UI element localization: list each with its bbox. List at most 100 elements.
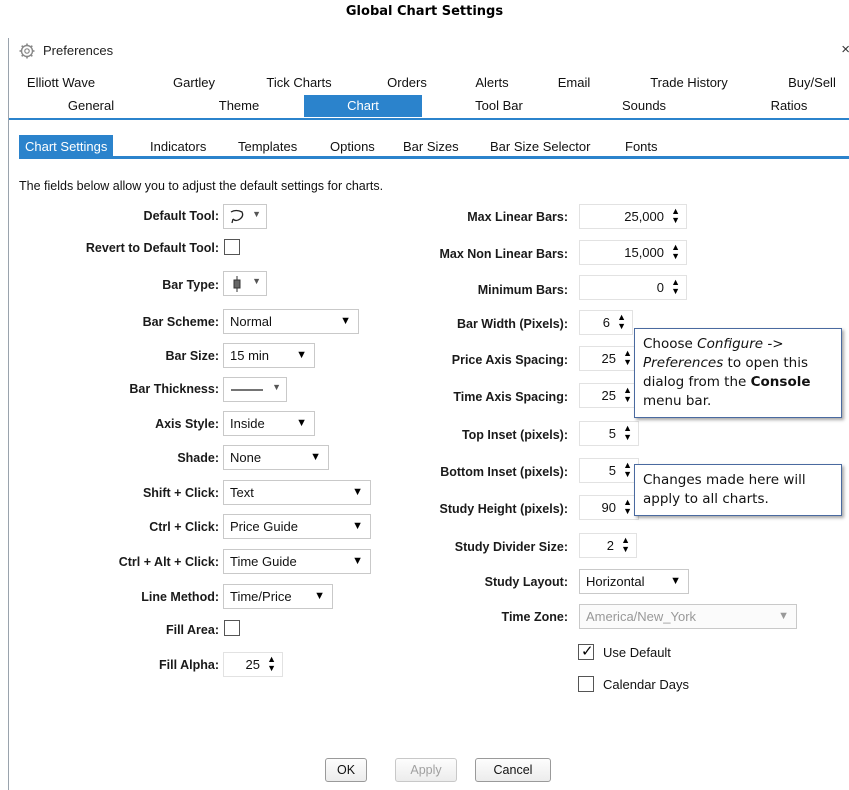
fill-area-label: Fill Area: bbox=[165, 623, 219, 637]
line-method-select[interactable]: Time/Price ▼ bbox=[223, 584, 333, 609]
ok-button[interactable]: OK bbox=[325, 758, 367, 782]
axis-style-select[interactable]: Inside ▼ bbox=[223, 411, 315, 436]
tab-chart[interactable]: Chart bbox=[304, 95, 422, 117]
tab-tool-bar[interactable]: Tool Bar bbox=[459, 95, 539, 117]
ctrl-alt-click-select[interactable]: Time Guide ▼ bbox=[223, 549, 371, 574]
top-inset-label: Top Inset (pixels): bbox=[461, 428, 568, 442]
fill-alpha-spinner[interactable]: 25 ▲ ▼ bbox=[223, 652, 283, 677]
top-inset-spinner[interactable]: 5 ▲ ▼ bbox=[579, 421, 639, 446]
tab-orders[interactable]: Orders bbox=[379, 72, 435, 94]
max-linear-bars-spinner[interactable]: 25,000 ▲ ▼ bbox=[579, 204, 687, 229]
tab-sounds[interactable]: Sounds bbox=[609, 95, 679, 117]
tab-tick-charts[interactable]: Tick Charts bbox=[257, 72, 341, 94]
gear-icon bbox=[19, 43, 35, 59]
spinner-arrows-icon[interactable]: ▲ ▼ bbox=[623, 386, 632, 404]
price-axis-spacing-spinner[interactable]: 25 ▲ ▼ bbox=[579, 346, 639, 371]
shade-value: None bbox=[230, 450, 262, 465]
time-zone-select[interactable]: America/New_York ▼ bbox=[579, 604, 797, 629]
tab-buy-sell[interactable]: Buy/Sell bbox=[779, 72, 845, 94]
ctrl-alt-click-value: Time Guide bbox=[230, 554, 297, 569]
spinner-arrows-icon[interactable]: ▲ ▼ bbox=[671, 278, 680, 296]
spinner-arrows-icon[interactable]: ▲ ▼ bbox=[621, 536, 630, 554]
study-layout-value: Horizontal bbox=[586, 574, 645, 589]
tab-alerts[interactable]: Alerts bbox=[469, 72, 515, 94]
chevron-down-icon: ▼ bbox=[314, 590, 325, 602]
intro-text: The fields below allow you to adjust the… bbox=[19, 179, 384, 193]
tab-email[interactable]: Email bbox=[549, 72, 599, 94]
chevron-down-icon: ▼ bbox=[252, 276, 261, 286]
bar-thickness-label: Bar Thickness: bbox=[129, 382, 219, 396]
chevron-down-icon: ▼ bbox=[272, 382, 281, 392]
revert-default-tool-checkbox[interactable] bbox=[224, 239, 240, 255]
subtab-indicators[interactable]: Indicators bbox=[144, 135, 212, 159]
bar-size-value: 15 min bbox=[230, 348, 270, 363]
ctrl-alt-click-label: Ctrl + Alt + Click: bbox=[118, 555, 219, 569]
spinner-arrows-icon[interactable]: ▲ ▼ bbox=[671, 243, 680, 261]
line-method-label: Line Method: bbox=[141, 590, 219, 604]
subtab-bar-size-selector[interactable]: Bar Size Selector bbox=[484, 135, 596, 159]
spinner-arrows-icon[interactable]: ▲ ▼ bbox=[623, 349, 632, 367]
window-title: Preferences bbox=[43, 43, 114, 58]
tab-row-2: General Theme Chart Tool Bar Sounds Rati… bbox=[9, 95, 849, 117]
tab-row-1: Elliott Wave Gartley Tick Charts Orders … bbox=[9, 72, 849, 94]
use-default-checkbox[interactable] bbox=[578, 642, 594, 660]
spinner-arrows-icon[interactable]: ▲ ▼ bbox=[617, 313, 626, 331]
bar-scheme-value: Normal bbox=[230, 314, 272, 329]
chevron-down-icon: ▼ bbox=[310, 451, 321, 463]
apply-button[interactable]: Apply bbox=[395, 758, 457, 782]
time-zone-label: Time Zone: bbox=[501, 610, 568, 624]
shade-select[interactable]: None ▼ bbox=[223, 445, 329, 470]
calendar-days-checkbox[interactable] bbox=[578, 676, 594, 692]
minimum-bars-spinner[interactable]: 0 ▲ ▼ bbox=[579, 275, 687, 300]
bar-width-spinner[interactable]: 6 ▲ ▼ bbox=[579, 310, 633, 335]
tab-ratios[interactable]: Ratios bbox=[759, 95, 819, 117]
shade-label: Shade: bbox=[177, 451, 219, 465]
max-non-linear-bars-spinner[interactable]: 15,000 ▲ ▼ bbox=[579, 240, 687, 265]
subtab-fonts[interactable]: Fonts bbox=[619, 135, 664, 159]
tab-general[interactable]: General bbox=[51, 95, 131, 117]
study-layout-select[interactable]: Horizontal ▼ bbox=[579, 569, 689, 594]
close-icon[interactable]: × bbox=[841, 41, 849, 58]
ctrl-click-value: Price Guide bbox=[230, 519, 298, 534]
subtab-bar-sizes[interactable]: Bar Sizes bbox=[397, 135, 465, 159]
fill-area-checkbox[interactable] bbox=[224, 620, 240, 636]
title-bar: Preferences × bbox=[9, 38, 849, 64]
spinner-arrows-icon[interactable]: ▲ ▼ bbox=[623, 424, 632, 442]
tab-trade-history[interactable]: Trade History bbox=[629, 72, 749, 94]
subtab-chart-settings[interactable]: Chart Settings bbox=[19, 135, 114, 159]
time-axis-spacing-label: Time Axis Spacing: bbox=[453, 390, 568, 404]
tab-theme[interactable]: Theme bbox=[209, 95, 269, 117]
lasso-icon bbox=[230, 209, 244, 224]
spinner-arrows-icon[interactable]: ▲ ▼ bbox=[623, 461, 632, 479]
subtab-options[interactable]: Options bbox=[324, 135, 381, 159]
chevron-down-icon: ▼ bbox=[296, 417, 307, 429]
study-divider-size-spinner[interactable]: 2 ▲ ▼ bbox=[579, 533, 637, 558]
bar-thickness-select[interactable]: ▼ bbox=[223, 377, 287, 402]
subtab-templates[interactable]: Templates bbox=[232, 135, 303, 159]
spinner-arrows-icon[interactable]: ▲ ▼ bbox=[623, 498, 632, 516]
tab-elliott-wave[interactable]: Elliott Wave bbox=[19, 72, 103, 94]
ctrl-click-label: Ctrl + Click: bbox=[149, 520, 219, 534]
study-height-spinner[interactable]: 90 ▲ ▼ bbox=[579, 495, 639, 520]
bar-size-select[interactable]: 15 min ▼ bbox=[223, 343, 315, 368]
bottom-inset-spinner[interactable]: 5 ▲ ▼ bbox=[579, 458, 639, 483]
revert-default-tool-label: Revert to Default Tool: bbox=[85, 241, 219, 255]
page-heading: Global Chart Settings bbox=[345, 4, 504, 19]
callout-open-dialog: Choose Configure -> Preferences to open … bbox=[634, 328, 842, 418]
tab-divider bbox=[9, 118, 849, 120]
default-tool-select[interactable]: ▼ bbox=[223, 204, 267, 229]
time-zone-value: America/New_York bbox=[586, 609, 697, 624]
spinner-arrows-icon[interactable]: ▲ ▼ bbox=[671, 207, 680, 225]
bar-scheme-select[interactable]: Normal ▼ bbox=[223, 309, 359, 334]
chevron-down-icon: ▼ bbox=[352, 520, 363, 532]
cancel-button[interactable]: Cancel bbox=[475, 758, 551, 782]
time-axis-spacing-spinner[interactable]: 25 ▲ ▼ bbox=[579, 383, 639, 408]
shift-click-select[interactable]: Text ▼ bbox=[223, 480, 371, 505]
spinner-arrows-icon[interactable]: ▲ ▼ bbox=[267, 655, 276, 673]
bar-type-select[interactable]: ▼ bbox=[223, 271, 267, 296]
ctrl-click-select[interactable]: Price Guide ▼ bbox=[223, 514, 371, 539]
tab-gartley[interactable]: Gartley bbox=[161, 72, 227, 94]
time-axis-spacing-value: 25 bbox=[601, 388, 616, 403]
minimum-bars-label: Minimum Bars: bbox=[477, 283, 568, 297]
price-axis-spacing-label: Price Axis Spacing: bbox=[451, 353, 568, 367]
